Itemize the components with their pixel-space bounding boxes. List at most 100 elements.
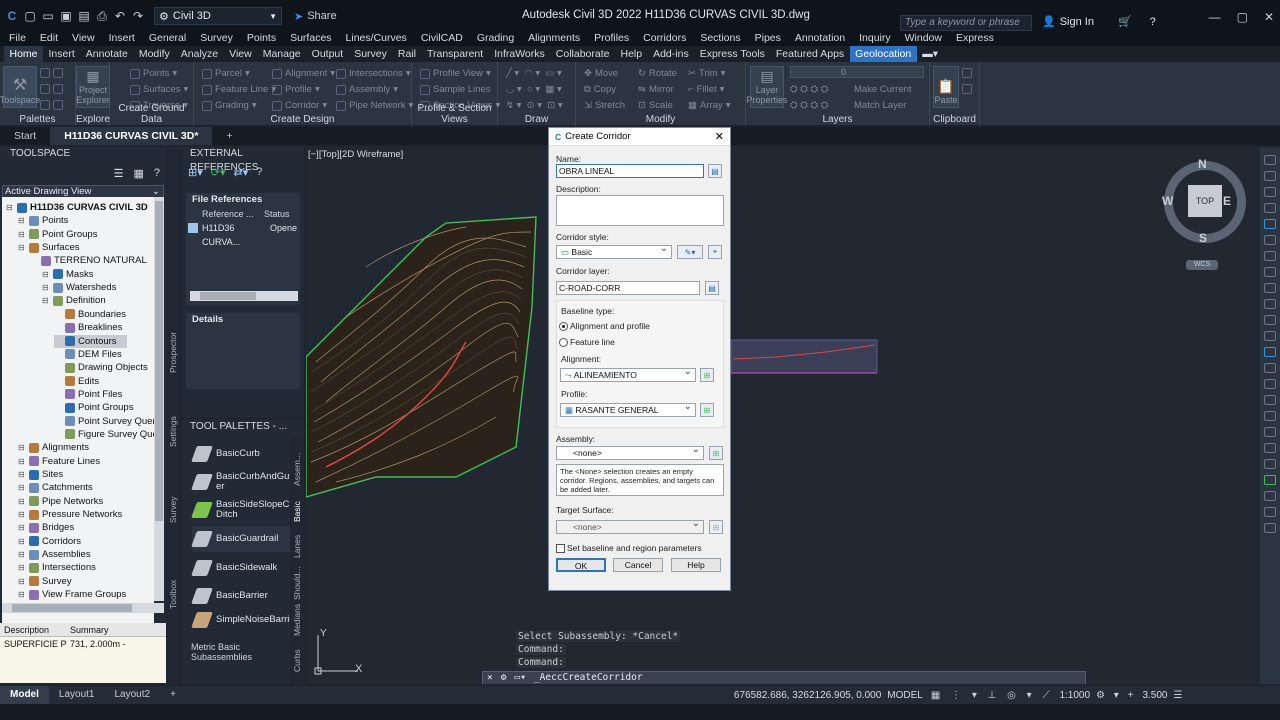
xref-help-icon[interactable]: ? xyxy=(256,166,262,178)
copy-button[interactable]: ⧉ Copy xyxy=(584,84,616,95)
description-input[interactable] xyxy=(556,195,724,226)
table-row[interactable]: SUPERFICIE PF 731, 2.000m - xyxy=(0,637,166,651)
tree-node[interactable]: ⊟ Watersheds xyxy=(42,281,116,294)
drawing-viewport[interactable]: [−][Top][2D Wireframe] TOP N S E W WCS Y… xyxy=(306,147,1260,684)
style-edit-icon[interactable]: ✎▾ xyxy=(677,245,703,259)
tab-start[interactable]: Start xyxy=(0,127,50,145)
tree-node[interactable]: Contours xyxy=(54,334,127,348)
menu-pipes[interactable]: Pipes xyxy=(755,32,781,46)
menu-corridors[interactable]: Corridors xyxy=(643,32,686,46)
menu-inquiry[interactable]: Inquiry xyxy=(859,32,891,46)
tool-icon-13[interactable] xyxy=(1264,347,1276,357)
tab-analyze[interactable]: Analyze xyxy=(175,46,223,62)
expand-icon[interactable]: ⊟ xyxy=(18,508,26,521)
cancel-button[interactable]: Cancel xyxy=(613,558,663,572)
menu-view[interactable]: View xyxy=(72,32,95,46)
mirror-button[interactable]: ⇋ Mirror xyxy=(638,84,674,95)
menu-profiles[interactable]: Profiles xyxy=(594,32,629,46)
tree-node[interactable]: Point Files xyxy=(54,388,122,401)
target-surface-select[interactable]: <none> xyxy=(556,518,704,534)
annotation-scale[interactable]: 1:1000 xyxy=(1059,690,1090,701)
expand-icon[interactable]: ⊟ xyxy=(18,481,26,494)
toolspace-help-icon[interactable]: ? xyxy=(154,167,160,179)
match-layer-button[interactable]: Match Layer xyxy=(854,100,906,111)
expand-icon[interactable]: ⊟ xyxy=(42,268,50,281)
tool-icon-20[interactable] xyxy=(1264,459,1276,469)
save-icon[interactable]: ▣ xyxy=(58,8,74,24)
palette-item-basic-side-slope-cut-ditch[interactable]: BasicSideSlopeCutDitch xyxy=(191,500,298,520)
tool-icon-5[interactable] xyxy=(1264,219,1276,229)
new-file-icon[interactable]: ▢ xyxy=(22,8,38,24)
project-explorer-button[interactable]: ▦ Project Explorer xyxy=(76,66,110,108)
zoom-readout[interactable]: 3.500 xyxy=(1142,690,1167,701)
toolspace-button[interactable]: ⚒ Toolspace xyxy=(0,66,40,108)
draw-circle-icon[interactable]: ◡ ▾ ○ ▾ ▦ ▾ xyxy=(506,84,562,95)
compass-south[interactable]: S xyxy=(1199,231,1207,245)
tab-layout2[interactable]: Layout2 xyxy=(104,686,160,704)
tab-insert[interactable]: Insert xyxy=(43,46,80,62)
tree-node[interactable]: ⊟ Pressure Networks xyxy=(18,508,122,521)
tool-icon-4[interactable] xyxy=(1264,203,1276,213)
tab-express-tools[interactable]: Express Tools xyxy=(694,46,770,62)
tool-icon-23[interactable] xyxy=(1264,507,1276,517)
tree-node[interactable]: ⊟ Sites xyxy=(18,468,63,481)
tree-node[interactable]: Figure Survey Que... xyxy=(54,428,154,441)
tree-node[interactable]: ⊟ Alignments xyxy=(18,441,89,454)
expand-icon[interactable]: ⊟ xyxy=(18,441,26,454)
search-input[interactable]: Type a keyword or phrase xyxy=(900,15,1032,31)
array-button[interactable]: ▦ Array ▾ xyxy=(688,100,730,111)
style-pick-icon[interactable]: ⌖ xyxy=(708,245,722,259)
scale-button[interactable]: ⊡ Scale xyxy=(638,100,673,111)
redo-icon[interactable]: ↷ xyxy=(130,8,146,24)
profile-pick-icon[interactable]: ⊞ xyxy=(700,403,714,417)
profile-select[interactable]: ▦ RASANTE GENERAL xyxy=(560,401,696,417)
tab-home[interactable]: Home xyxy=(4,46,44,62)
change-path-icon[interactable]: ⇄▾ xyxy=(234,166,249,179)
status-tools[interactable]: ⚙ ▾ + xyxy=(1096,690,1136,701)
menu-civilcad[interactable]: CivilCAD xyxy=(421,32,463,46)
menu-alignments[interactable]: Alignments xyxy=(528,32,580,46)
tab-survey[interactable]: Survey xyxy=(168,497,178,523)
view-cube-top[interactable]: TOP xyxy=(1188,185,1222,217)
tree-node[interactable]: Breaklines xyxy=(54,321,122,334)
layer-tools-icon[interactable]: ⛭ ⛭ ⛭ ⛭ xyxy=(790,84,828,95)
menu-file[interactable]: File xyxy=(9,32,26,46)
tree-node[interactable]: Point Groups xyxy=(54,401,133,414)
tab-annotate[interactable]: Annotate xyxy=(80,46,133,62)
tree-node[interactable]: Edits xyxy=(54,375,99,388)
tree-node[interactable]: Point Survey Quer... xyxy=(54,415,154,428)
menu-window[interactable]: Window xyxy=(905,32,942,46)
menu-surfaces[interactable]: Surfaces xyxy=(290,32,331,46)
print-icon[interactable]: ⎙ xyxy=(94,8,110,24)
profile-button[interactable]: Profile ▾ xyxy=(272,84,320,95)
tree-node[interactable]: ⊟ Catchments xyxy=(18,481,93,494)
tree-node[interactable]: TERRENO NATURAL xyxy=(30,254,147,267)
wrench-icon[interactable]: ⚙ xyxy=(501,672,507,684)
wcs-menu[interactable]: WCS xyxy=(1186,260,1218,270)
palette-props-icon[interactable] xyxy=(40,100,63,110)
corridor-layer-input[interactable]: C-ROAD-CORR xyxy=(556,281,700,295)
tab-rail[interactable]: Rail xyxy=(392,46,421,62)
refresh-icon[interactable]: ⟳▾ xyxy=(211,166,226,179)
menu-lines-curves[interactable]: Lines/Curves xyxy=(346,32,407,46)
tool-icon-6[interactable] xyxy=(1264,235,1276,245)
tree-node[interactable]: ⊟ Points xyxy=(18,214,68,227)
menu-points[interactable]: Points xyxy=(247,32,276,46)
intersections-button[interactable]: Intersections ▾ xyxy=(336,68,411,79)
menu-express[interactable]: Express xyxy=(956,32,994,46)
menu-survey[interactable]: Survey xyxy=(200,32,233,46)
tree-node[interactable]: Boundaries xyxy=(54,308,126,321)
profile-view-button[interactable]: Profile View ▾ xyxy=(420,68,491,79)
tab-drawing[interactable]: H11D36 CURVAS CIVIL 3D* xyxy=(50,127,213,145)
draw-polyline-icon[interactable]: ↯ ▾ ⊙ ▾ ⊡ ▾ xyxy=(506,100,563,111)
cut-icon[interactable] xyxy=(962,68,972,78)
palette-tab-medians[interactable]: Medians xyxy=(292,604,302,636)
move-button[interactable]: ✥ Move xyxy=(584,68,618,79)
workspace-select[interactable]: ⚙ Civil 3D ▼ xyxy=(154,7,282,25)
share-button[interactable]: ➤ Share xyxy=(294,10,337,23)
tree-node[interactable]: ⊟ Survey xyxy=(18,575,72,588)
corridor-style-select[interactable]: ▭ Basic xyxy=(556,243,672,259)
tab-featured-apps[interactable]: Featured Apps xyxy=(770,46,849,62)
expand-icon[interactable]: ⊟ xyxy=(18,228,26,241)
tree-node[interactable]: ⊟ Point Groups xyxy=(18,228,97,241)
